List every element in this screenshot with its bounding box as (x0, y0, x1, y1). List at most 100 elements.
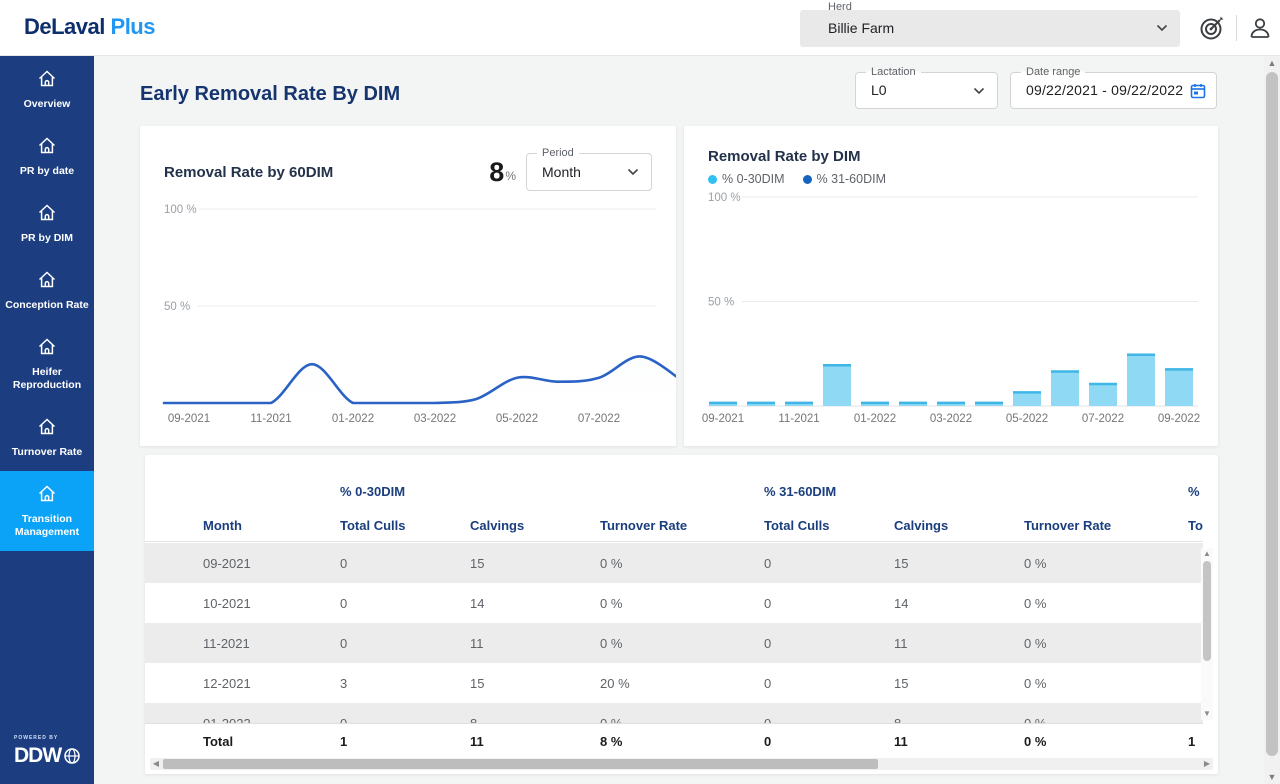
globe-icon (63, 747, 81, 765)
sidebar-item-label: Conception Rate (4, 299, 90, 312)
removal-rate-60dim-card: Removal Rate by 60DIM 8 % Period Month 1… (140, 126, 676, 446)
table-cell: 15 (470, 676, 600, 691)
lactation-select[interactable]: Lactation L0 (855, 72, 998, 109)
table-row: 09-20210150 %0150 % (145, 543, 1203, 583)
table-group-label: % 31-60DIM (764, 484, 1188, 499)
period-select[interactable]: Period Month (526, 153, 652, 191)
table-cell: 0 % (600, 596, 764, 611)
home-icon (37, 136, 57, 155)
sidebar-item-label: Heifer Reproduction (4, 366, 90, 392)
page-scrollbar-thumb[interactable] (1266, 72, 1278, 756)
svg-text:05-2022: 05-2022 (496, 413, 538, 425)
svg-text:09-2021: 09-2021 (702, 413, 744, 425)
table-row: 01-2022080 %080 % (145, 703, 1203, 723)
delaval-logo: DeLaval Plus (24, 14, 155, 40)
svg-text:11-2021: 11-2021 (778, 413, 819, 425)
table-cell: 20 % (600, 676, 764, 691)
table-total-row: Total1118 %0110 %1 (145, 723, 1203, 759)
table-row: 11-20210110 %0110 % (145, 623, 1203, 663)
herd-select[interactable]: Herd Billie Farm (800, 10, 1180, 47)
svg-text:07-2022: 07-2022 (1082, 413, 1124, 425)
target-icon[interactable] (1198, 14, 1226, 42)
table-cell: 0 (764, 716, 894, 724)
table-total-cell: 11 (470, 734, 600, 749)
table-cell: 15 (894, 676, 1024, 691)
table-total-cell: 1 (1188, 734, 1203, 749)
table-column-header: Total Culls (764, 518, 894, 533)
sidebar-item-label: PR by date (4, 165, 90, 178)
sidebar-item-label: Turnover Rate (4, 446, 90, 459)
sidebar-item-pr-by-dim[interactable]: PR by DIM (0, 190, 94, 257)
table-column-header: Turnover Rate (1024, 518, 1188, 533)
user-icon[interactable] (1247, 15, 1273, 41)
table-row: 12-202131520 %0150 % (145, 663, 1203, 703)
bar-chart-title: Removal Rate by DIM (708, 148, 861, 165)
lactation-value: L0 (871, 82, 887, 98)
svg-text:07-2022: 07-2022 (578, 413, 620, 425)
table-cell: 0 % (1024, 636, 1188, 651)
calendar-icon[interactable] (1190, 83, 1206, 99)
table-cell: 8 (470, 716, 600, 724)
legend-item-0-30dim: % 0-30DIM (708, 172, 785, 186)
svg-text:01-2022: 01-2022 (332, 413, 374, 425)
home-icon (37, 270, 57, 289)
main-content: Early Removal Rate By DIM Lactation L0 D… (94, 56, 1264, 784)
table-cell: 8 (894, 716, 1024, 724)
headline-unit: % (505, 169, 516, 183)
table-cell: 15 (894, 556, 1024, 571)
page-vertical-scrollbar[interactable]: ▲ ▼ (1264, 56, 1280, 784)
sidebar-item-overview[interactable]: Overview (0, 56, 94, 123)
table-column-header-row: MonthTotal CullsCalvingsTurnover RateTot… (145, 509, 1203, 542)
table-cell: 0 (340, 596, 470, 611)
date-range-field[interactable]: Date range 09/22/2021 - 09/22/2022 (1010, 72, 1217, 109)
table-vertical-scrollbar[interactable]: ▲ ▼ (1201, 548, 1213, 720)
table-cell: 0 (764, 636, 894, 651)
svg-text:09-2022: 09-2022 (1158, 413, 1200, 425)
legend-label: % 31-60DIM (817, 172, 886, 186)
table-group-header-row: % 0-30DIM% 31-60DIM% 0-60DIM (145, 477, 1203, 505)
svg-text:09-2021: 09-2021 (168, 413, 210, 425)
lactation-label: Lactation (866, 65, 921, 79)
scroll-up-icon[interactable]: ▲ (1264, 56, 1280, 70)
scroll-down-icon[interactable]: ▼ (1264, 770, 1280, 784)
line-chart-title: Removal Rate by 60DIM (164, 164, 489, 181)
chevron-down-icon (627, 168, 639, 176)
scroll-left-icon[interactable]: ◀ (150, 758, 162, 770)
table-cell: 10-2021 (203, 596, 340, 611)
table-cell: 11 (470, 636, 600, 651)
table-body: 09-20210150 %0150 %10-20210140 %0140 %11… (145, 543, 1203, 723)
date-range-label: Date range (1021, 65, 1085, 79)
sidebar-item-label: Transition Management (4, 513, 90, 539)
sidebar-item-transition-management[interactable]: Transition Management (0, 471, 94, 551)
table-column-header: Total Culls (340, 518, 470, 533)
table-row: 10-20210140 %0140 % (145, 583, 1203, 623)
table-cell: 09-2021 (203, 556, 340, 571)
headline-value: 8 (489, 157, 504, 188)
sidebar-item-turnover-rate[interactable]: Turnover Rate (0, 404, 94, 471)
scroll-up-icon[interactable]: ▲ (1201, 548, 1213, 560)
sidebar-item-conception-rate[interactable]: Conception Rate (0, 257, 94, 324)
table-total-cell: 8 % (600, 734, 764, 749)
table-cell: 11-2021 (203, 636, 340, 651)
home-icon (37, 417, 57, 436)
svg-text:03-2022: 03-2022 (930, 413, 972, 425)
turnover-table-card: % 0-30DIM% 31-60DIM% 0-60DIM MonthTotal … (145, 455, 1218, 774)
table-cell: 0 % (600, 636, 764, 651)
table-cell: 0 % (1024, 676, 1188, 691)
table-horizontal-scrollbar[interactable]: ◀ ▶ (150, 758, 1213, 770)
table-scrollbar-thumb[interactable] (1203, 561, 1211, 661)
table-column-header: Calvings (470, 518, 600, 533)
period-value: Month (542, 164, 581, 180)
table-cell: 0 % (1024, 556, 1188, 571)
scroll-down-icon[interactable]: ▼ (1201, 708, 1213, 720)
sidebar-item-label: Overview (4, 98, 90, 111)
sidebar-item-pr-by-date[interactable]: PR by date (0, 123, 94, 190)
table-scrollbar-thumb[interactable] (163, 759, 878, 769)
scroll-right-icon[interactable]: ▶ (1201, 758, 1213, 770)
table-total-cell: 1 (340, 734, 470, 749)
svg-text:100 %: 100 % (164, 204, 197, 216)
table-cell: 0 % (600, 556, 764, 571)
sidebar-item-heifer-reproduction[interactable]: Heifer Reproduction (0, 324, 94, 404)
table-cell: 0 (764, 596, 894, 611)
table-cell: 0 % (1024, 716, 1188, 724)
